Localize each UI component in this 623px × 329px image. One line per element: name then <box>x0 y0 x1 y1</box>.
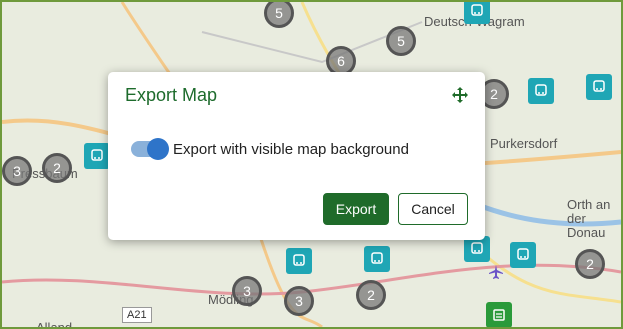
station-icon[interactable] <box>486 302 512 327</box>
airport-icon <box>489 265 503 279</box>
transit-stop-icon[interactable] <box>464 2 490 24</box>
cluster-marker[interactable]: 3 <box>232 276 262 306</box>
cluster-marker[interactable]: 3 <box>2 156 32 186</box>
dialog-title: Export Map <box>125 85 218 105</box>
road-label-a21: A21 <box>122 307 152 323</box>
export-map-dialog: Export Map Export with visible map backg… <box>108 72 485 240</box>
transit-stop-icon[interactable] <box>364 246 390 272</box>
cluster-marker[interactable]: 2 <box>42 153 72 183</box>
cluster-marker[interactable]: 2 <box>356 280 386 310</box>
transit-stop-icon[interactable] <box>286 248 312 274</box>
toggle-knob <box>147 138 169 160</box>
move-icon[interactable] <box>451 86 469 104</box>
cluster-marker[interactable]: 2 <box>575 249 605 279</box>
transit-stop-icon[interactable] <box>586 74 612 100</box>
toggle-label: Export with visible map background <box>173 141 409 158</box>
place-label-alland: Alland <box>36 320 73 329</box>
cluster-marker[interactable]: 3 <box>284 286 314 316</box>
place-label-orth: Orth an der Donau <box>567 197 611 240</box>
cancel-button[interactable]: Cancel <box>398 193 468 225</box>
export-button[interactable]: Export <box>323 193 389 225</box>
background-toggle[interactable] <box>131 138 169 160</box>
cluster-marker[interactable]: 5 <box>386 26 416 56</box>
place-label-purkersdorf: Purkersdorf <box>490 136 558 151</box>
transit-stop-icon[interactable] <box>510 242 536 268</box>
map-frame: Deutsch-Wagram Purkersdorf Orth an der D… <box>0 0 623 329</box>
transit-stop-icon[interactable] <box>84 143 110 169</box>
transit-stop-icon[interactable] <box>528 78 554 104</box>
